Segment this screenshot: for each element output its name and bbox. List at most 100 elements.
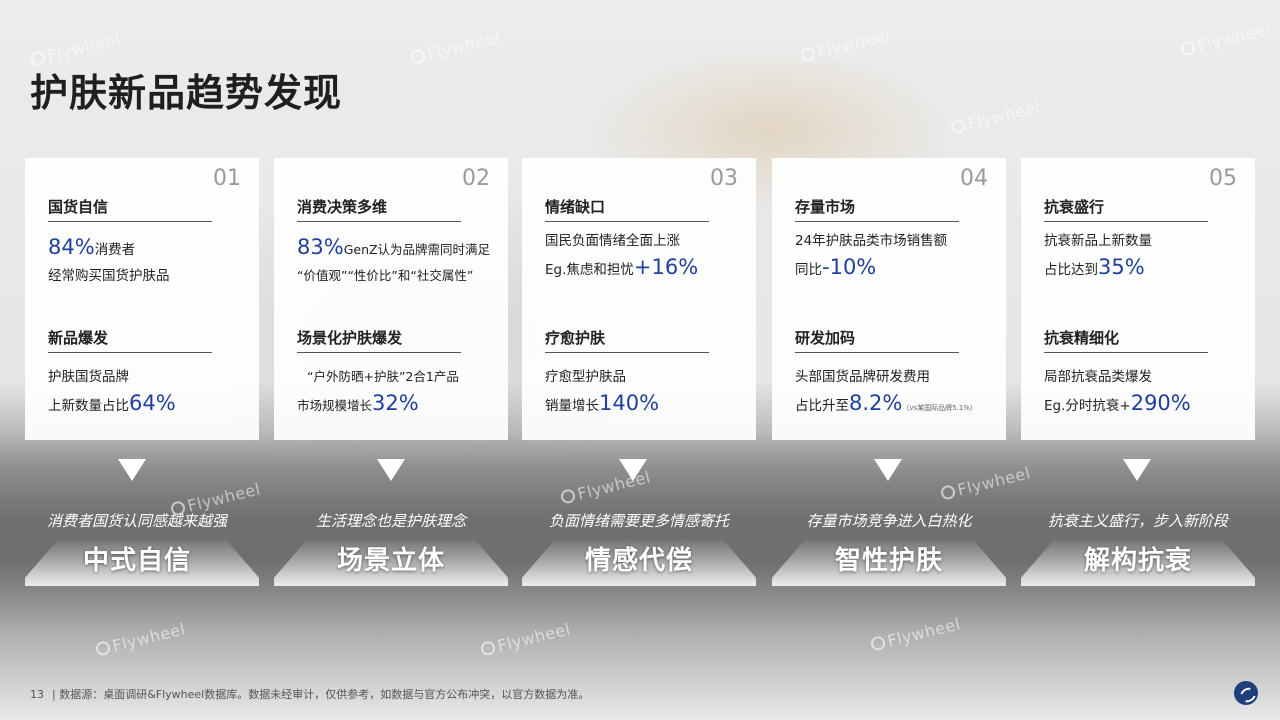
trend-card-4: 04 存量市场 24年护肤品类市场销售额 同比-10% 研发加码 头部国货品牌研… [772, 158, 1006, 440]
trend-caption: 抗衰主义盛行，步入新阶段 [1047, 512, 1228, 530]
section-heading: 情绪缺口 [545, 198, 606, 216]
watermark-logo-icon [1179, 39, 1197, 57]
section-heading: 存量市场 [795, 198, 856, 216]
card-number: 03 [710, 166, 738, 191]
section-body: 83%GenZ认为品牌需同时满足 “价值观”“性价比”和“社交属性” [297, 234, 500, 289]
trend-card-5: 05 抗衰盛行 抗衰新品上新数量 占比达到35% 抗衰精细化 局部抗衰品类爆发 … [1021, 158, 1255, 440]
section-body: 24年护肤品类市场销售额 同比-10% [795, 228, 998, 283]
body-line: 抗衰新品上新数量 [1044, 233, 1152, 249]
body-line: 83%GenZ认为品牌需同时满足 [297, 234, 500, 263]
trend-banner-label: 解构抗衰 [1083, 546, 1192, 576]
body-line: 护肤国货品牌 [48, 369, 129, 385]
footnote-comparison: （vs某国际品牌5.1%） [902, 404, 977, 412]
body-line: “户外防晒+护肤”2合1产品 [307, 369, 459, 384]
down-arrow-icon [619, 459, 647, 481]
body-line: 上新数量占比64% [48, 390, 251, 419]
body-line: Eg.焦虑和担忧+16% [545, 254, 748, 283]
section-divider [795, 352, 959, 353]
body-line: 占比升至8.2%（vs某国际品牌5.1%） [795, 390, 998, 421]
trend-card-3: 03 情绪缺口 国民负面情绪全面上涨 Eg.焦虑和担忧+16% 疗愈护肤 疗愈型… [522, 158, 756, 440]
section-body: 局部抗衰品类爆发 Eg.分时抗衰+290% [1044, 364, 1247, 419]
section-divider [545, 221, 709, 222]
watermark-logo-icon [949, 117, 967, 135]
body-line: “价值观”“性价比”和“社交属性” [297, 268, 474, 283]
highlight-value: +16% [633, 255, 699, 279]
watermark-logo-icon [559, 487, 577, 505]
down-arrow-icon [377, 459, 405, 481]
section-divider [48, 352, 212, 353]
body-line: Eg.分时抗衰+290% [1044, 390, 1247, 419]
watermark-logo-icon [479, 639, 497, 657]
trend-banner-label: 中式自信 [82, 546, 191, 576]
section-heading: 国货自信 [48, 198, 109, 216]
trend-banner-label: 情感代偿 [584, 546, 693, 576]
body-text: Eg.分时抗衰+ [1044, 398, 1131, 414]
section-heading: 场景化护肤爆发 [297, 329, 403, 347]
highlight-value: 8.2% [849, 391, 903, 415]
body-line: 局部抗衰品类爆发 [1044, 369, 1152, 385]
card-number: 02 [462, 166, 490, 191]
body-text: 销量增长 [545, 398, 599, 414]
watermark-logo-icon [94, 639, 112, 657]
section-heading: 消费决策多维 [297, 198, 388, 216]
body-text: 同比 [795, 262, 822, 278]
highlight-value: 290% [1130, 391, 1191, 415]
section-body: 84%消费者 经常购买国货护肤品 [48, 234, 251, 289]
body-text: 占比升至 [795, 398, 849, 414]
section-body: 护肤国货品牌 上新数量占比64% [48, 364, 251, 419]
body-text: Eg.焦虑和担忧 [545, 262, 634, 278]
body-line: 市场规模增长32% [297, 390, 500, 419]
trend-banner-label: 场景立体 [336, 546, 445, 576]
body-line: 头部国货品牌研发费用 [795, 369, 930, 385]
body-text: 占比达到 [1044, 262, 1098, 278]
source-note: 数据源：桌面调研&Flywheel数据库。数据未经审计，仅供参考，如数据与官方公… [59, 688, 590, 701]
watermark-logo-icon [869, 634, 887, 652]
section-divider [297, 221, 461, 222]
section-heading: 新品爆发 [48, 329, 109, 347]
body-text: 市场规模增长 [297, 398, 373, 413]
highlight-value: 32% [372, 391, 419, 415]
trend-caption: 存量市场竞争进入白热化 [806, 512, 972, 530]
section-body: 头部国货品牌研发费用 占比升至8.2%（vs某国际品牌5.1%） [795, 364, 998, 421]
highlight-value: 64% [129, 391, 176, 415]
body-text: 上新数量占比 [48, 398, 129, 414]
trend-caption: 生活理念也是护肤理念 [315, 512, 466, 530]
section-divider [1044, 221, 1208, 222]
body-line: 84%消费者 [48, 234, 251, 263]
trend-card-1: 01 国货自信 84%消费者 经常购买国货护肤品 新品爆发 护肤国货品牌 上新数… [25, 158, 259, 440]
section-body: “户外防晒+护肤”2合1产品 市场规模增长32% [297, 364, 500, 419]
body-line: 疗愈型护肤品 [545, 369, 626, 385]
section-divider [48, 221, 212, 222]
highlight-value: 84% [48, 235, 95, 259]
section-body: 抗衰新品上新数量 占比达到35% [1044, 228, 1247, 283]
trend-caption: 负面情绪需要更多情感寄托 [548, 512, 729, 530]
body-text: 消费者 [94, 242, 136, 258]
trend-card-2: 02 消费决策多维 83%GenZ认为品牌需同时满足 “价值观”“性价比”和“社… [274, 158, 508, 440]
trend-banner-label: 智性护肤 [834, 546, 943, 576]
section-divider [297, 352, 461, 353]
card-number: 05 [1209, 166, 1237, 191]
section-body: 国民负面情绪全面上涨 Eg.焦虑和担忧+16% [545, 228, 748, 283]
body-line: 同比-10% [795, 254, 998, 283]
watermark-logo-icon [799, 45, 817, 63]
body-line: 24年护肤品类市场销售额 [795, 233, 948, 249]
highlight-value: 83% [297, 235, 344, 259]
body-line: 国民负面情绪全面上涨 [545, 233, 680, 249]
flywheel-logo-icon [1234, 681, 1258, 705]
highlight-value: 140% [599, 391, 660, 415]
down-arrow-icon [118, 459, 146, 481]
body-text: GenZ认为品牌需同时满足 [343, 242, 491, 257]
section-divider [795, 221, 959, 222]
source-footer: 13 | 数据源：桌面调研&Flywheel数据库。数据未经审计，仅供参考，如数据… [30, 686, 589, 702]
highlight-value: -10% [822, 255, 877, 279]
down-arrow-icon [874, 459, 902, 481]
watermark-logo-icon [409, 47, 427, 65]
section-divider [1044, 352, 1208, 353]
section-heading: 抗衰盛行 [1044, 198, 1105, 216]
section-heading: 抗衰精细化 [1044, 329, 1120, 347]
section-body: 疗愈型护肤品 销量增长140% [545, 364, 748, 419]
body-line: 经常购买国货护肤品 [48, 268, 170, 284]
body-line: 占比达到35% [1044, 254, 1247, 283]
down-arrow-icon [1123, 459, 1151, 481]
page-number: 13 [30, 688, 44, 701]
